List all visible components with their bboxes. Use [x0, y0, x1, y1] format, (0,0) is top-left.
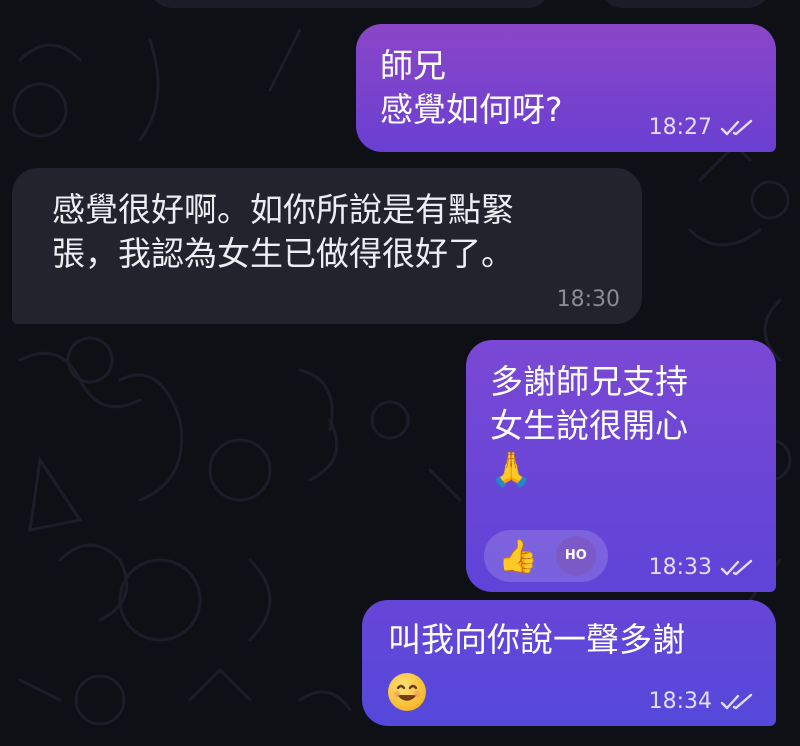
message-bubble-incoming[interactable]: 感覺很好啊。如你所說是有點緊 張，我認為女生已做得很好了。 18:30 [12, 168, 642, 324]
previous-message-edge [150, 0, 550, 8]
double-check-icon [720, 559, 753, 576]
reactor-avatar: HO [555, 536, 596, 576]
message-bubble-outgoing[interactable]: 叫我向你說一聲多謝 18:34 [362, 600, 776, 726]
message-meta: 18:34 [649, 690, 754, 714]
message-meta: 18:27 [649, 116, 754, 140]
message-time: 18:27 [648, 115, 712, 140]
praying-hands-emoji: 🙏 [490, 450, 533, 490]
thumbs-up-emoji: 👍 [498, 537, 538, 575]
message-time: 18:34 [648, 689, 712, 714]
message-text: 感覺很好啊。如你所說是有點緊 張，我認為女生已做得很好了。 [52, 190, 514, 273]
message-bubble-outgoing[interactable]: 多謝師兄支持 女生說很開心 🙏 👍 HO 18:33 [466, 340, 776, 592]
previous-message-edge [600, 0, 770, 8]
message-meta: 18:30 [557, 288, 620, 312]
reaction-pill[interactable]: 👍 HO [484, 530, 608, 582]
message-meta: 18:33 [649, 556, 754, 580]
double-check-icon [720, 693, 753, 710]
message-time: 18:33 [648, 555, 712, 580]
message-time: 18:30 [556, 287, 620, 312]
double-check-icon [720, 119, 753, 136]
message-text: 叫我向你說一聲多謝 [388, 620, 685, 659]
smiling-face-icon [388, 672, 426, 711]
message-bubble-outgoing[interactable]: 師兄 感覺如何呀? 18:27 [356, 24, 776, 152]
message-text: 多謝師兄支持 女生說很開心 [490, 362, 688, 445]
